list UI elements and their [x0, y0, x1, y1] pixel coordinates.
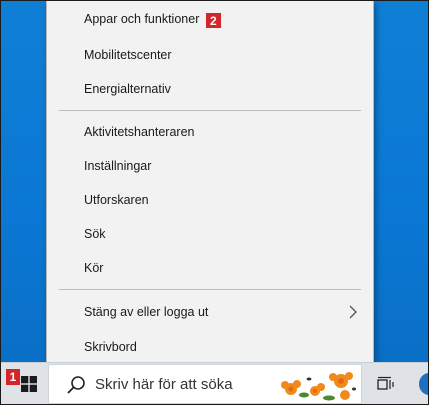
menu-item-label: Appar och funktioner 2: [84, 12, 221, 29]
menu-separator: [59, 289, 361, 290]
menu-item-installningar[interactable]: Inställningar: [47, 151, 373, 181]
menu-item-label: Utforskaren: [84, 193, 149, 207]
chevron-right-icon: [349, 305, 357, 319]
menu-item-appar-och-funktioner[interactable]: Appar och funktioner 2: [47, 5, 373, 35]
menu-item-label: Inställningar: [84, 159, 152, 173]
menu-item-aktivitetshanteraren[interactable]: Aktivitetshanteraren: [47, 117, 373, 147]
menu-item-label: Mobilitetscenter: [84, 48, 172, 62]
annotation-badge-2: 2: [205, 13, 221, 29]
menu-item-skrivbord[interactable]: Skrivbord: [47, 332, 373, 362]
winx-context-menu: Appar och funktioner 2 Mobilitetscenter …: [46, 1, 374, 369]
search-box[interactable]: Skriv här för att söka: [48, 364, 362, 404]
edge-browser-icon[interactable]: [419, 373, 428, 395]
menu-item-label-text: Appar och funktioner: [84, 11, 200, 26]
menu-item-label: Energialternativ: [84, 82, 171, 96]
menu-item-stang-av-eller-logga-ut[interactable]: Stäng av eller logga ut: [47, 297, 373, 327]
menu-item-mobilitetscenter[interactable]: Mobilitetscenter: [47, 40, 373, 70]
magnifier-icon: [67, 376, 85, 394]
search-placeholder: Skriv här för att söka: [95, 376, 233, 393]
menu-item-label: Aktivitetshanteraren: [84, 125, 195, 139]
task-view-icon[interactable]: [377, 376, 395, 392]
menu-item-sok[interactable]: Sök: [47, 219, 373, 249]
menu-item-label: Kör: [84, 261, 104, 275]
menu-separator: [59, 110, 361, 111]
annotation-badge-1: 1: [6, 369, 20, 385]
menu-item-energialternativ[interactable]: Energialternativ: [47, 74, 373, 104]
screenshot-frame: Appar och funktioner 2 Mobilitetscenter …: [0, 0, 429, 405]
menu-item-kor[interactable]: Kör: [47, 253, 373, 283]
menu-item-label: Stäng av eller logga ut: [84, 305, 209, 319]
windows-logo-icon: [21, 376, 37, 392]
menu-item-label: Sök: [84, 227, 106, 241]
menu-item-utforskaren[interactable]: Utforskaren: [47, 185, 373, 215]
menu-item-label: Skrivbord: [84, 340, 137, 354]
taskbar: 1 Skriv här för att söka: [1, 362, 428, 404]
search-highlight-flowers-icon: [281, 372, 356, 401]
start-button[interactable]: 1: [1, 363, 46, 404]
